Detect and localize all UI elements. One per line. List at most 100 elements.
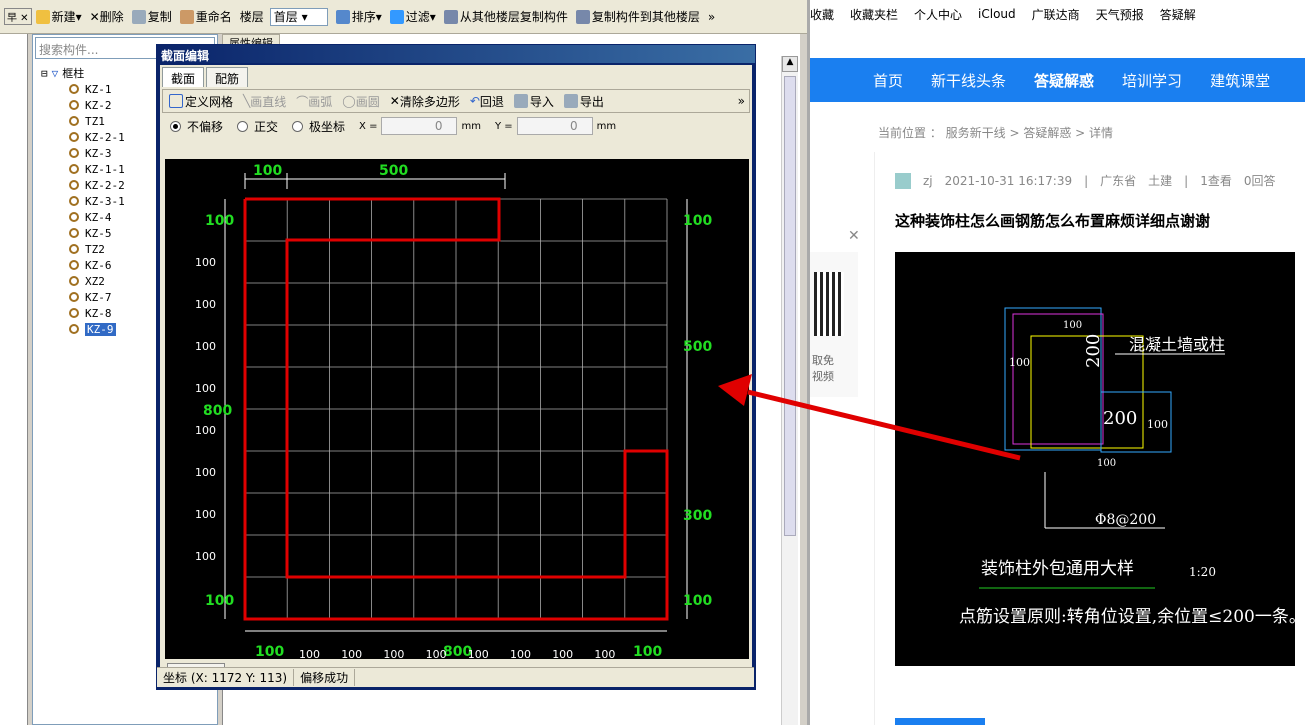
bottom-col-label: 100 [426,648,447,659]
close-icon[interactable]: ✕ [848,228,860,244]
close-icon[interactable]: 早 ✕ [4,8,32,25]
section-canvas[interactable]: 100 500 800 100 100 100 500 300 100 100 … [165,159,749,659]
bookmark-item[interactable]: 天气预报 [1096,6,1144,23]
dialog-title: 截面编辑 [157,45,755,63]
cad-dim-200a: 200 [1083,334,1104,368]
tree-item[interactable]: KZ-8 [41,305,125,321]
tree-item[interactable]: KZ-1 [41,81,125,97]
x-unit: mm [461,120,481,132]
import-icon [513,94,528,108]
tree-item[interactable]: KZ-2-1 [41,129,125,145]
bottom-col-label: 100 [468,648,489,659]
draw-line-button[interactable]: ╲ 画直线 [243,93,286,110]
undo-label: 回退 [479,94,504,109]
gear-icon [69,276,79,286]
answer-button[interactable] [895,718,985,725]
bottom-col-label: 100 [299,648,320,659]
cad-caption: 装饰柱外包通用大样 [981,559,1134,579]
section-drawing[interactable]: 100 500 800 100 100 100 500 300 100 100 … [165,159,749,659]
meta-sep-1: | [1084,173,1089,188]
sort-button[interactable]: 排序 ▾ [335,8,382,25]
bookmark-item[interactable]: 答疑解 [1160,6,1196,23]
scroll-up-icon[interactable]: ▲ [782,56,798,72]
import-button[interactable]: 导入 [513,93,554,110]
sort-label: 排序 [351,10,376,24]
delete-button[interactable]: ✕ 删除 [90,8,124,25]
x-input[interactable]: 0 [381,117,458,135]
toolbar-more-button[interactable]: » [708,10,715,24]
dim-right-1: 100 [683,213,712,229]
tree-item[interactable]: KZ-2 [41,97,125,113]
nav-item[interactable]: 新干线头条 [931,70,1006,91]
nav-item[interactable]: 首页 [873,70,903,91]
tree-item[interactable]: KZ-6 [41,257,125,273]
tree-item-label: KZ-3-1 [85,194,125,208]
copy-button[interactable]: 复制 [131,8,172,25]
undo-button[interactable]: ↶ 回退 [470,93,504,110]
meta-views: 1查看 [1200,174,1232,188]
floor-select[interactable]: 首层 ▾ [269,7,328,26]
tree-item[interactable]: XZ2 [41,273,125,289]
avatar [895,172,911,189]
bookmark-item[interactable]: 广联达商 [1032,6,1080,23]
new-icon [35,9,50,24]
tree-item[interactable]: TZ2 [41,241,125,257]
nav-item[interactable]: 培训学习 [1122,70,1182,91]
tab-rebar[interactable]: 配筋 [206,67,249,87]
bookmark-item[interactable]: 收藏夹栏 [850,6,898,23]
tree-root-label: 框柱 [62,67,85,80]
meta-user[interactable]: zj [923,174,933,188]
tree-item[interactable]: KZ-7 [41,289,125,305]
y-label: Y = [494,120,513,132]
nav-item[interactable]: 建筑课堂 [1210,70,1270,91]
new-button[interactable]: 新建 ▾ [35,8,82,25]
tree-item[interactable]: KZ-3 [41,145,125,161]
tree-item[interactable]: KZ-4 [41,209,125,225]
no-offset-radio[interactable] [170,120,181,132]
dialog-toolbar-more[interactable]: » [738,94,745,108]
outer-frame [1004,307,1102,451]
copy-from-floor-button[interactable]: 从其他楼层复制构件 [443,8,568,25]
tree-item-label: KZ-2-1 [85,130,125,144]
tree-item-label: KZ-1-1 [85,162,125,176]
tree-item[interactable]: KZ-3-1 [41,193,125,209]
browser-page: 收藏 收藏夹栏 个人中心 iCloud 广联达商 天气预报 答疑解 首页 新干线头条 答疑解惑 培… [807,0,1305,725]
cad-rebar-label: Φ8@200 [1095,512,1156,528]
rename-button[interactable]: 重命名 [179,8,232,25]
dim-right-4: 100 [683,593,712,609]
copy-to-floor-button[interactable]: 复制构件到其他楼层 [575,8,700,25]
tree-item[interactable]: KZ-1-1 [41,161,125,177]
tab-section[interactable]: 截面 [162,67,205,87]
bookmark-item[interactable]: 收藏 [810,6,834,23]
nav-item[interactable]: 答疑解惑 [1034,70,1094,91]
draw-arc-button[interactable]: ⌒ 画弧 [296,93,332,110]
cad-note: 点筋设置原则:转角位设置,余位置≤200一条。 [959,607,1295,627]
polar-radio[interactable] [292,120,304,132]
define-grid-button[interactable]: 定义网格 [169,93,233,110]
clear-polygon-button[interactable]: ✕ 清除多边形 [390,93,460,110]
vertical-scrollbar[interactable]: ▲ [781,56,798,725]
filter-button[interactable]: 过滤 ▾ [389,8,436,25]
export-button[interactable]: 导出 [563,93,604,110]
gear-icon [69,244,79,254]
tree-item-label: KZ-4 [85,210,112,224]
draw-line-label: 画直线 [250,94,287,109]
tree-item[interactable]: TZ1 [41,113,125,129]
gear-icon [69,292,79,302]
bookmark-item[interactable]: 个人中心 [914,6,962,23]
bookmark-item[interactable]: iCloud [978,7,1016,21]
tree-item[interactable]: KZ-9 [41,321,125,337]
grid-icon [169,94,183,108]
left-row-label: 100 [195,424,216,437]
cad-dim-100a: 100 [1009,356,1030,369]
ortho-radio[interactable] [237,120,249,132]
tree-root[interactable]: ⊟ ▽ 框柱 [41,65,125,81]
tree-item[interactable]: KZ-5 [41,225,125,241]
scroll-thumb[interactable] [784,76,796,536]
tree-item[interactable]: KZ-2-2 [41,177,125,193]
draw-circle-button[interactable]: ◯ 画圆 [342,93,379,110]
gear-icon [69,212,79,222]
y-input[interactable]: 0 [516,117,593,135]
question-image[interactable]: 混凝土墙或柱 200 200 100 100 100 100 Φ8@200 装饰… [895,252,1295,666]
status-bar: 坐标 (X: 1172 Y: 113) 偏移成功 [157,667,754,687]
